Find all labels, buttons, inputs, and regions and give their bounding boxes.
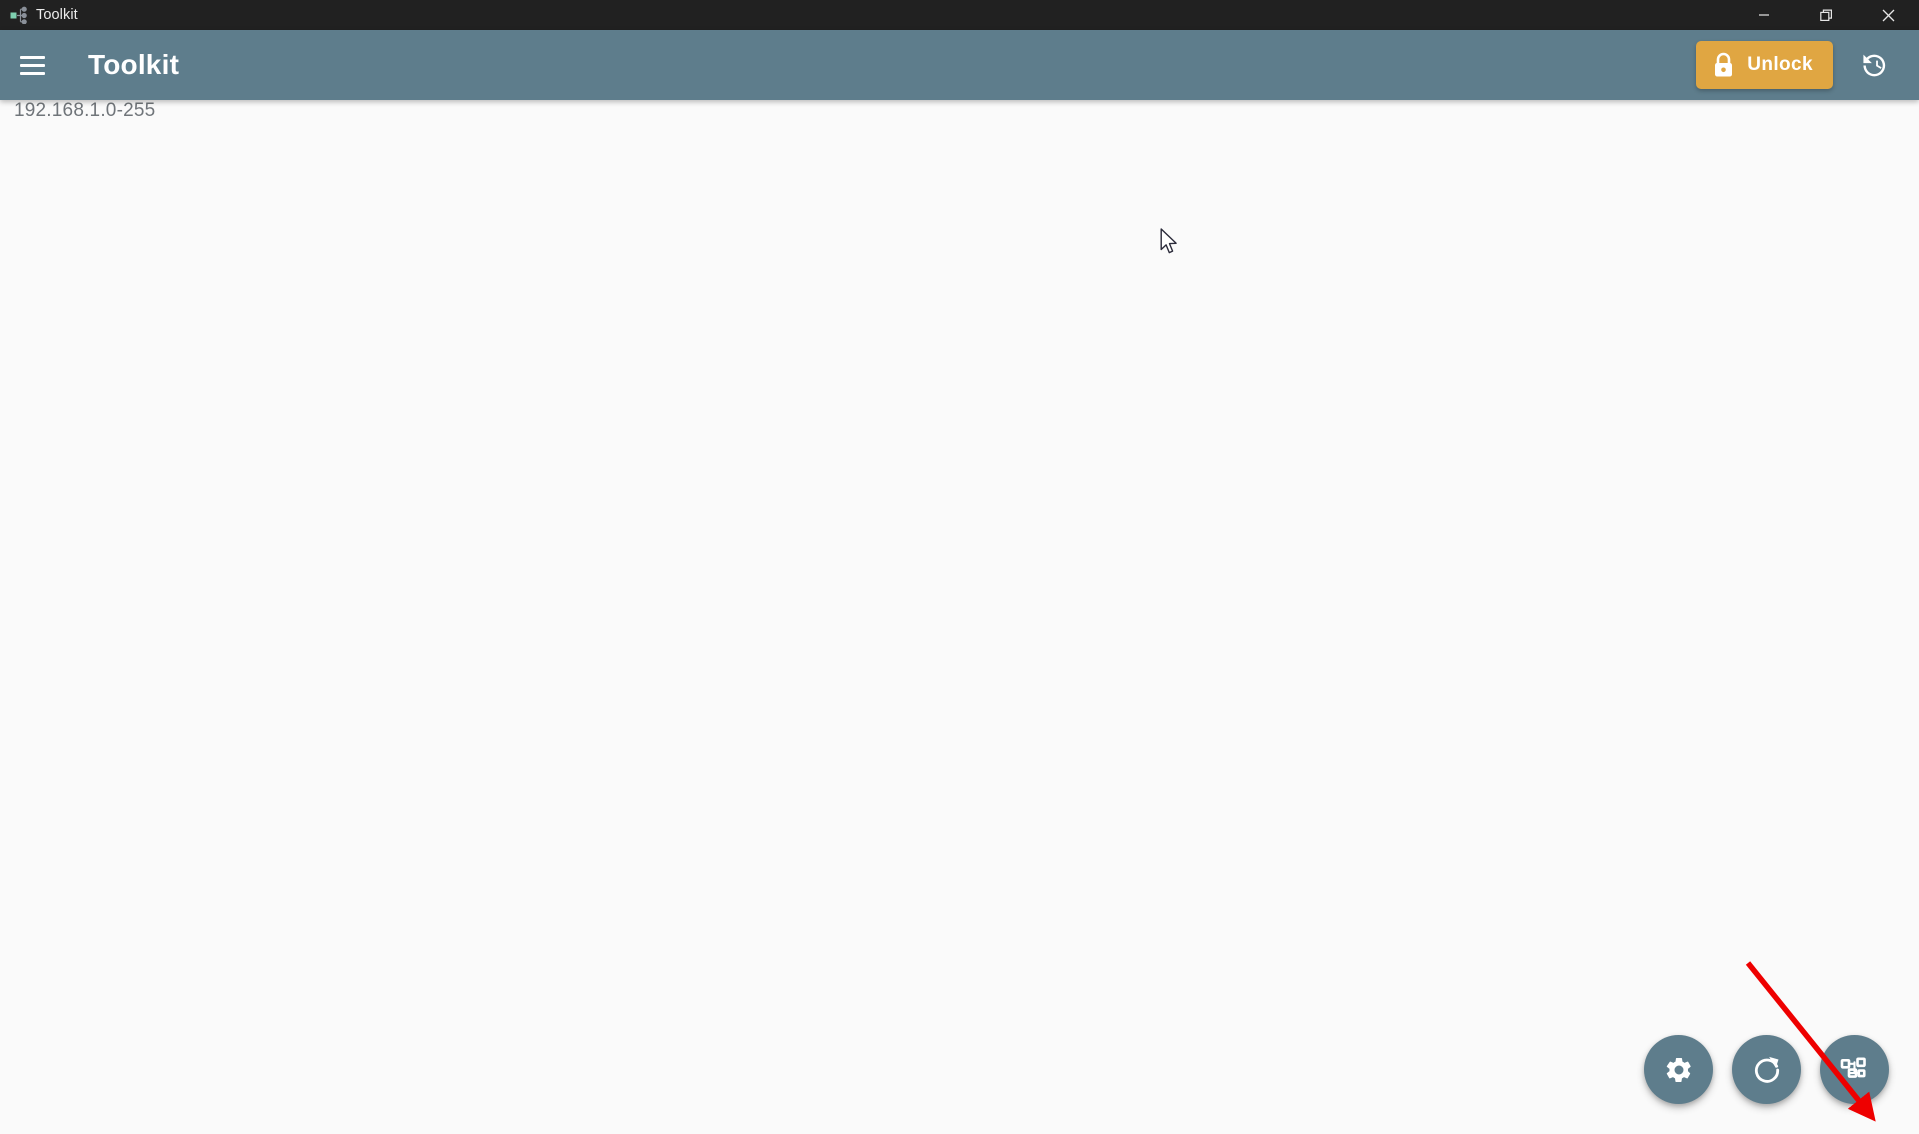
- minimize-icon: [1759, 14, 1769, 16]
- unlock-button-label: Unlock: [1747, 54, 1813, 75]
- window-title: Toolkit: [36, 7, 78, 23]
- restore-icon: [1819, 9, 1832, 21]
- page-title: Toolkit: [88, 49, 180, 80]
- refresh-icon: [1754, 1056, 1779, 1083]
- hamburger-bar: [19, 71, 45, 75]
- window-minimize-button[interactable]: [1733, 0, 1795, 30]
- hamburger-bar: [19, 55, 45, 59]
- app-bar: Toolkit Unlock: [0, 30, 1919, 100]
- window-maximize-button[interactable]: [1795, 0, 1857, 30]
- history-glyph: [1862, 54, 1885, 76]
- history-icon[interactable]: [1849, 39, 1901, 91]
- sitemap-icon: [1840, 1056, 1866, 1078]
- application-window: Toolkit Toolkit Unlock 192.168.1.0-255: [0, 0, 1919, 1134]
- hamburger-bar: [19, 63, 45, 67]
- lock-icon: [1712, 52, 1735, 78]
- gear-icon: [1666, 1057, 1691, 1082]
- window-close-button[interactable]: [1857, 0, 1919, 30]
- fab-group: [1644, 1035, 1889, 1104]
- main-content: 192.168.1.0-255: [0, 100, 1919, 1134]
- hamburger-menu-icon[interactable]: [8, 41, 56, 89]
- unlock-button[interactable]: Unlock: [1696, 41, 1833, 89]
- scan-results-area: [0, 140, 1919, 1134]
- settings-fab[interactable]: [1644, 1035, 1713, 1104]
- close-icon: [1882, 9, 1894, 21]
- refresh-fab[interactable]: [1732, 1035, 1801, 1104]
- window-titlebar: Toolkit: [0, 0, 1919, 30]
- network-scan-fab[interactable]: [1820, 1035, 1889, 1104]
- subnet-range-label: 192.168.1.0-255: [14, 100, 156, 121]
- sitemap-icon: [6, 0, 32, 30]
